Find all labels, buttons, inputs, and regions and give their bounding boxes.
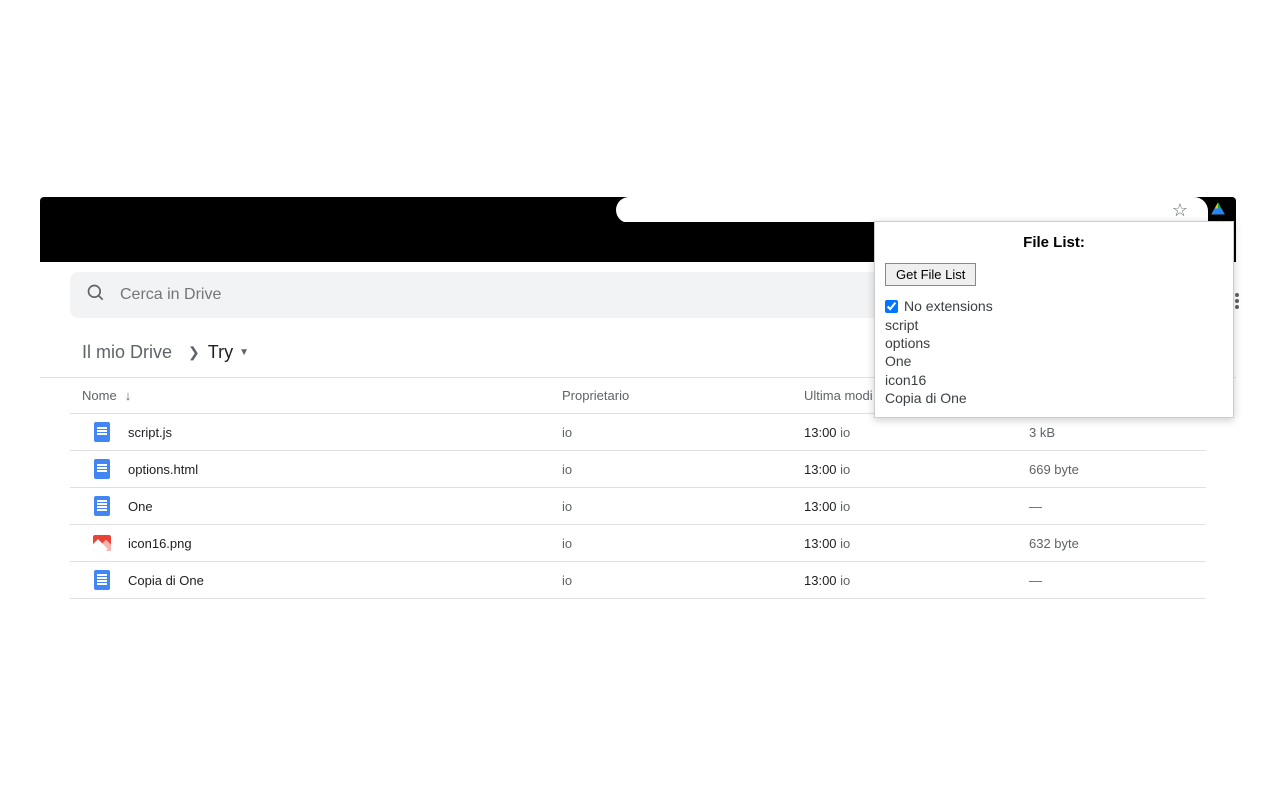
no-extensions-checkbox[interactable] [885, 300, 898, 313]
get-file-list-button[interactable]: Get File List [885, 263, 976, 286]
breadcrumb-dropdown-icon[interactable]: ▼ [239, 347, 249, 358]
file-owner: io [562, 462, 804, 477]
file-size: — [1029, 573, 1194, 588]
table-row[interactable]: options.html io13:00 io669 byte [70, 451, 1206, 488]
file-owner: io [562, 536, 804, 551]
file-name: options.html [128, 462, 198, 477]
popup-list-item: Copia di One [885, 389, 1223, 407]
file-modified: 13:00 io [804, 499, 1029, 514]
chevron-right-icon: ❯ [188, 344, 200, 361]
sort-arrow-down-icon: ↓ [125, 388, 132, 403]
file-modified: 13:00 io [804, 573, 1029, 588]
file-owner: io [562, 425, 804, 440]
file-name: script.js [128, 425, 172, 440]
file-owner: io [562, 573, 804, 588]
popup-title: File List: [885, 234, 1223, 251]
file-icon [92, 459, 112, 479]
file-size: 632 byte [1029, 536, 1194, 551]
file-modified: 13:00 io [804, 536, 1029, 551]
url-bar-right: ☆ [911, 197, 1208, 223]
table-row[interactable]: icon16.png io13:00 io632 byte [70, 525, 1206, 562]
popup-list-item: script [885, 316, 1223, 334]
no-extensions-row: No extensions [885, 298, 1223, 314]
file-icon [92, 422, 112, 442]
file-owner: io [562, 499, 804, 514]
table-row[interactable]: script.js io13:00 io3 kB [70, 414, 1206, 451]
file-modified: 13:00 io [804, 462, 1029, 477]
url-bar-segment [616, 197, 911, 223]
header-name[interactable]: Nome ↓ [82, 388, 562, 403]
header-owner[interactable]: Proprietario [562, 388, 804, 403]
docs-icon [92, 570, 112, 590]
file-name: icon16.png [128, 536, 192, 551]
browser-top-bar: ☆ [40, 197, 1236, 223]
table-row[interactable]: Copia di One io13:00 io— [70, 562, 1206, 599]
table-row[interactable]: One io13:00 io— [70, 488, 1206, 525]
breadcrumb-current[interactable]: Try [208, 342, 233, 363]
no-extensions-label[interactable]: No extensions [904, 298, 993, 314]
file-size: — [1029, 499, 1194, 514]
popup-list-item: icon16 [885, 371, 1223, 389]
image-icon [92, 533, 112, 553]
search-icon [86, 283, 106, 308]
file-name: Copia di One [128, 573, 204, 588]
file-size: 3 kB [1029, 425, 1194, 440]
bookmark-star-icon[interactable]: ☆ [1172, 200, 1188, 221]
popup-file-list: scriptoptionsOneicon16Copia di One [885, 316, 1223, 407]
file-name: One [128, 499, 153, 514]
docs-icon [92, 496, 112, 516]
extension-icon[interactable] [1210, 201, 1226, 217]
extension-popup: File List: Get File List No extensions s… [874, 221, 1234, 418]
file-size: 669 byte [1029, 462, 1194, 477]
file-modified: 13:00 io [804, 425, 1029, 440]
breadcrumb-root[interactable]: Il mio Drive [82, 342, 172, 363]
popup-list-item: One [885, 352, 1223, 370]
header-name-label: Nome [82, 388, 117, 403]
popup-list-item: options [885, 334, 1223, 352]
